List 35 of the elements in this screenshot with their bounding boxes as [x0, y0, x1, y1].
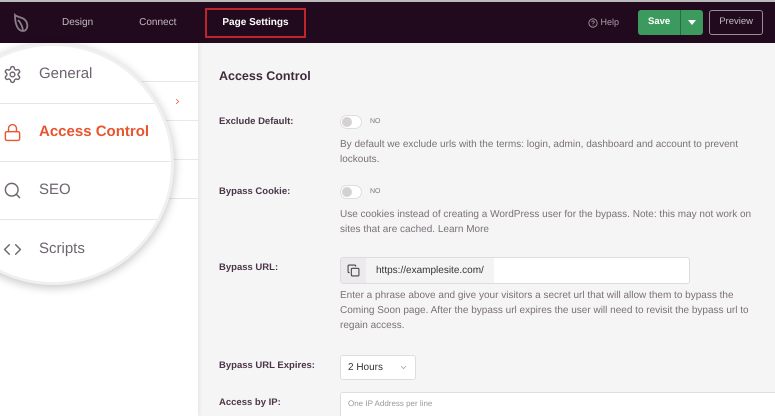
bypass-url-field[interactable]: https://examplesite.com/: [340, 256, 690, 284]
search-icon: [3, 181, 22, 200]
field-label: Bypass URL:: [219, 260, 280, 275]
learn-more-link[interactable]: Learn More: [438, 224, 489, 235]
preview-button[interactable]: Preview: [709, 10, 763, 35]
help-text: Enter a phrase above and give your visitors a secret url that will allow them to bypass the Coming Soon page. After the bypass url expires the user will need to revisit the bypass url to regain access.: [340, 288, 750, 333]
url-prefix: https://examplesite.com/: [366, 258, 494, 283]
copy-icon[interactable]: [341, 258, 366, 283]
field-label: Bypass Cookie:: [219, 184, 292, 199]
save-options-button[interactable]: [680, 10, 704, 35]
help-text: By default we exclude urls with the terms: login, admin, dashboard and account to prevent lockouts.: [340, 138, 740, 167]
ip-address-field[interactable]: One IP Address per line: [340, 392, 775, 416]
nav-tab[interactable]: Design: [45, 8, 110, 38]
caret-icon: [688, 20, 696, 25]
field-label: Exclude Default:: [219, 114, 294, 129]
save-button[interactable]: Save: [638, 10, 680, 35]
leaf-logo-icon[interactable]: [12, 12, 30, 32]
field-label: Access by IP:: [219, 396, 282, 410]
lock-icon: [3, 123, 22, 142]
settings-menu-item[interactable]: General: [3, 63, 92, 86]
nav-tab[interactable]: Page Settings: [205, 8, 306, 38]
toggle-switch[interactable]: [340, 114, 362, 129]
panel-title: Access Control: [219, 68, 312, 85]
settings-menu-item[interactable]: Access Control: [3, 121, 150, 144]
settings-icon: [3, 65, 22, 84]
nav-tab[interactable]: Connect: [122, 8, 194, 38]
help-link[interactable]: Help: [588, 16, 620, 30]
expiry-select[interactable]: 2 Hours: [340, 354, 416, 380]
help-icon: [588, 18, 598, 28]
chevron-icon: [173, 96, 182, 106]
help-text: Use cookies instead of creating a WordPress user for the bypass. Note: this may not work on sites that are cached. Learn More: [340, 208, 752, 237]
settings-menu-item[interactable]: Scripts: [3, 238, 85, 260]
settings-menu-item[interactable]: SEO: [3, 179, 71, 202]
toggle-switch[interactable]: [340, 184, 362, 199]
field-label: Bypass URL Expires:: [219, 358, 316, 373]
